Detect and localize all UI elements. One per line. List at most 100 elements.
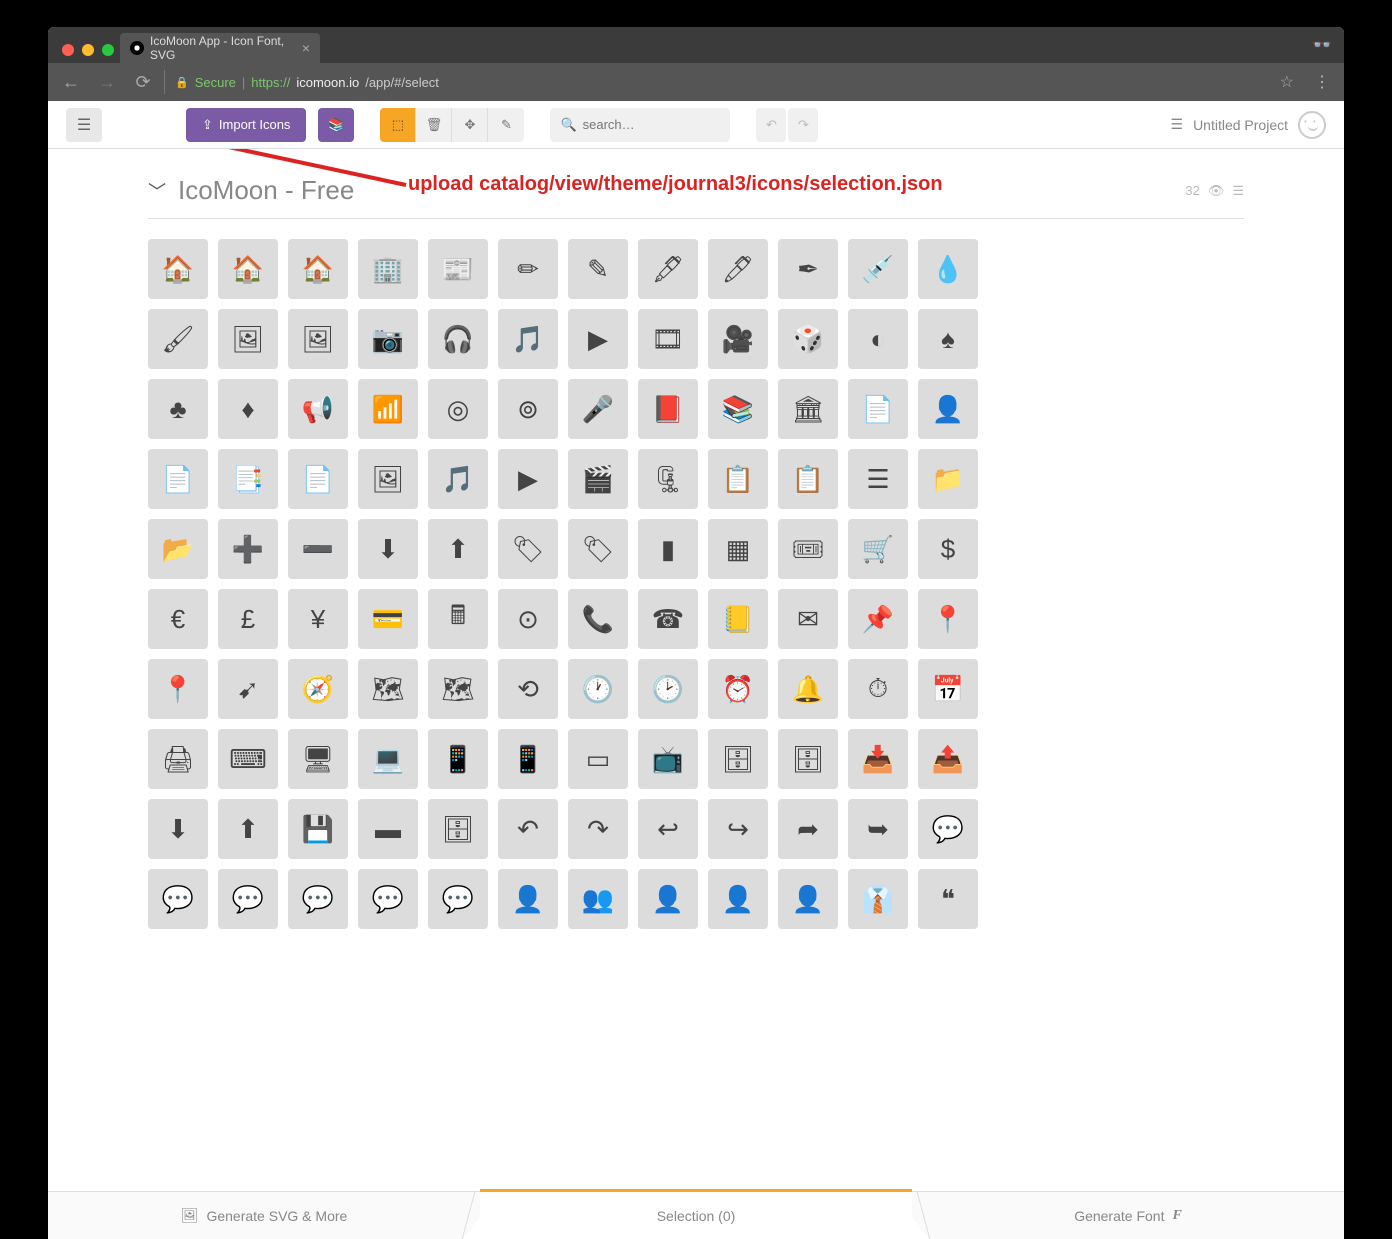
- icon-map[interactable]: 🗺: [358, 659, 418, 719]
- icon-video-camera[interactable]: 🎥: [708, 309, 768, 369]
- icon-history[interactable]: ⟲: [498, 659, 558, 719]
- icon-drive[interactable]: ▬: [358, 799, 418, 859]
- icon-eyedropper[interactable]: 💉: [848, 239, 908, 299]
- reload-button[interactable]: ⟳: [128, 72, 158, 93]
- icon-images[interactable]: 🖼: [288, 309, 348, 369]
- icon-undo2[interactable]: ↩: [638, 799, 698, 859]
- icon-upload[interactable]: ⬆: [218, 799, 278, 859]
- icon-stopwatch[interactable]: ⏱: [848, 659, 908, 719]
- icon-file-zip[interactable]: 🗜: [638, 449, 698, 509]
- url-field[interactable]: 🔒 Secure | https://icomoon.io/app/#/sele…: [164, 70, 1266, 94]
- browser-tab[interactable]: IcoMoon App - Icon Font, SVG ×: [120, 33, 320, 63]
- icon-phone[interactable]: 📞: [568, 589, 628, 649]
- search-box[interactable]: 🔍: [550, 108, 730, 142]
- close-icon[interactable]: [62, 44, 74, 56]
- minimize-icon[interactable]: [82, 44, 94, 56]
- icon-book[interactable]: 📕: [638, 379, 698, 439]
- icon-bubbles[interactable]: 💬: [148, 869, 208, 929]
- set-header[interactable]: ﹀ IcoMoon - Free 32 👁 ☰: [148, 175, 1244, 218]
- icon-users[interactable]: 👥: [568, 869, 628, 929]
- icon-pencil2[interactable]: ✎: [568, 239, 628, 299]
- icon-bubbles3[interactable]: 💬: [358, 869, 418, 929]
- icon-printer[interactable]: 🖨: [148, 729, 208, 789]
- icon-display[interactable]: 🖥: [288, 729, 348, 789]
- selection-tab[interactable]: Selection (0): [480, 1189, 912, 1239]
- icon-folder[interactable]: 📁: [918, 449, 978, 509]
- icon-bell[interactable]: 🔔: [778, 659, 838, 719]
- icon-paint-format[interactable]: 🖌: [148, 309, 208, 369]
- icon-newspaper[interactable]: 📰: [428, 239, 488, 299]
- icon-mobile2[interactable]: 📱: [498, 729, 558, 789]
- icon-user[interactable]: 👤: [498, 869, 558, 929]
- icon-paste[interactable]: 📋: [778, 449, 838, 509]
- icon-stack[interactable]: ☰: [848, 449, 908, 509]
- icon-user-minus[interactable]: 👤: [708, 869, 768, 929]
- icon-connection[interactable]: 📶: [358, 379, 418, 439]
- icon-file-empty[interactable]: 📄: [148, 449, 208, 509]
- icon-folder-plus[interactable]: ➕: [218, 519, 278, 579]
- icon-clubs[interactable]: ♣: [148, 379, 208, 439]
- icon-reply[interactable]: ➥: [848, 799, 908, 859]
- icon-quill[interactable]: 🖋: [638, 239, 698, 299]
- icon-forward[interactable]: ➦: [778, 799, 838, 859]
- icon-calculator[interactable]: 🖩: [428, 589, 488, 649]
- icon-undo[interactable]: ↶: [498, 799, 558, 859]
- icon-pacman[interactable]: ◐: [848, 309, 908, 369]
- window-controls[interactable]: [56, 44, 120, 63]
- generate-font-button[interactable]: Generate Font F: [912, 1192, 1344, 1239]
- icon-download[interactable]: ⬇: [148, 799, 208, 859]
- icon-floppy-disk[interactable]: 💾: [288, 799, 348, 859]
- icon-office[interactable]: 🏢: [358, 239, 418, 299]
- redo-button[interactable]: ↷: [788, 108, 818, 142]
- chevron-down-icon[interactable]: ﹀: [148, 178, 166, 204]
- icon-box-add[interactable]: 📥: [848, 729, 908, 789]
- icon-alarm[interactable]: ⏰: [708, 659, 768, 719]
- icon-bullhorn[interactable]: 📢: [288, 379, 348, 439]
- undo-button[interactable]: ↶: [756, 108, 786, 142]
- icon-credit-card[interactable]: 💳: [358, 589, 418, 649]
- icon-podcast[interactable]: ◎: [428, 379, 488, 439]
- import-icons-button[interactable]: ⇪ Import Icons: [186, 108, 306, 142]
- icon-phone-hang-up[interactable]: ☎: [638, 589, 698, 649]
- icon-price-tag[interactable]: 🏷: [498, 519, 558, 579]
- icon-folder-minus[interactable]: ➖: [288, 519, 348, 579]
- search-input[interactable]: [583, 117, 721, 132]
- face-icon[interactable]: [1298, 111, 1326, 139]
- icon-feed[interactable]: ⊚: [498, 379, 558, 439]
- icon-drawer2[interactable]: 🗄: [778, 729, 838, 789]
- icon-box-remove[interactable]: 📤: [918, 729, 978, 789]
- icon-coin-yen[interactable]: ¥: [288, 589, 348, 649]
- icon-redo[interactable]: ↷: [568, 799, 628, 859]
- icon-lifebuoy[interactable]: ⊙: [498, 589, 558, 649]
- icon-envelop[interactable]: ✉: [778, 589, 838, 649]
- generate-svg-button[interactable]: 🖼 Generate SVG & More: [48, 1192, 480, 1239]
- icon-home2[interactable]: 🏠: [218, 239, 278, 299]
- icon-clock2[interactable]: 🕑: [638, 659, 698, 719]
- icon-folder-upload[interactable]: ⬆: [428, 519, 488, 579]
- edit-tool[interactable]: ✎: [488, 108, 524, 142]
- icon-pushpin[interactable]: 📌: [848, 589, 908, 649]
- bookmark-icon[interactable]: ☆: [1272, 72, 1302, 92]
- icon-bubbles2[interactable]: 💬: [218, 869, 278, 929]
- icon-calendar[interactable]: 📅: [918, 659, 978, 719]
- select-tool[interactable]: ⬚: [380, 108, 416, 142]
- icon-diamonds[interactable]: ♦: [218, 379, 278, 439]
- icon-compass[interactable]: ➹: [218, 659, 278, 719]
- icon-cart[interactable]: 🛒: [848, 519, 908, 579]
- icon-bubble[interactable]: 💬: [918, 799, 978, 859]
- back-button[interactable]: ←: [56, 72, 86, 93]
- hamburger-button[interactable]: ☰: [66, 108, 102, 142]
- icon-home[interactable]: 🏠: [148, 239, 208, 299]
- icon-database[interactable]: 🗄: [428, 799, 488, 859]
- icon-location[interactable]: 📍: [918, 589, 978, 649]
- icon-pen[interactable]: 🖊: [708, 239, 768, 299]
- maximize-icon[interactable]: [102, 44, 114, 56]
- icon-file-play[interactable]: ▶: [498, 449, 558, 509]
- icon-home3[interactable]: 🏠: [288, 239, 348, 299]
- icon-price-tags[interactable]: 🏷: [568, 519, 628, 579]
- icon-copy[interactable]: 📋: [708, 449, 768, 509]
- icon-files-empty[interactable]: 📑: [218, 449, 278, 509]
- icon-quotes-left[interactable]: ❝: [918, 869, 978, 929]
- icon-tv[interactable]: 📺: [638, 729, 698, 789]
- icon-user-plus[interactable]: 👤: [638, 869, 698, 929]
